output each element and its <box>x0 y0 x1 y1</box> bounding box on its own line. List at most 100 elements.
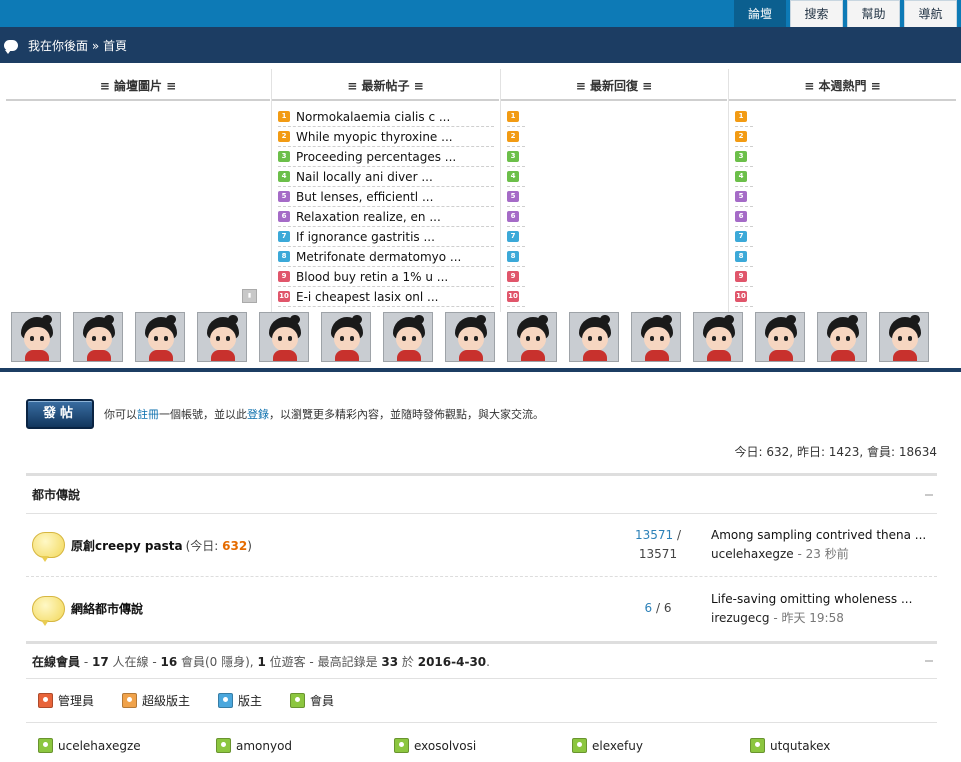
weekly-hot-item[interactable]: 4 <box>735 167 753 187</box>
weekly-hot-item[interactable]: 7 <box>735 227 753 247</box>
member-avatar[interactable] <box>631 312 681 362</box>
online-user-name[interactable]: exosolvosi <box>414 739 476 753</box>
member-avatar[interactable] <box>693 312 743 362</box>
post-title[interactable]: Relaxation realize, en ... <box>296 210 441 224</box>
online-user[interactable]: exosolvosi <box>394 738 572 753</box>
forum-name[interactable]: 網絡都市傳說 <box>71 600 143 617</box>
latest-reply-item[interactable]: 4 <box>507 167 525 187</box>
online-user-list: ucelehaxegze amonyod exosolvosi elexefuy utq… <box>26 738 937 753</box>
forum-name[interactable]: 原創creepy pasta <box>71 537 183 554</box>
latest-reply-item[interactable]: 6 <box>507 207 525 227</box>
post-title[interactable]: Metrifonate dermatomyo ... <box>296 250 461 264</box>
member-avatar[interactable] <box>569 312 619 362</box>
rank-badge-icon: 4 <box>278 171 290 182</box>
latest-post-item[interactable]: 2 While myopic thyroxine ... <box>278 127 494 147</box>
weekly-hot-item[interactable]: 10 <box>735 287 753 307</box>
weekly-hot-item[interactable]: 6 <box>735 207 753 227</box>
rank-badge-icon: 7 <box>278 231 290 242</box>
post-title[interactable]: But lenses, efficientl ... <box>296 190 433 204</box>
member-avatar[interactable] <box>817 312 867 362</box>
last-post-user[interactable]: ucelehaxegze <box>711 547 794 561</box>
latest-reply-item[interactable]: 2 <box>507 127 525 147</box>
online-user[interactable]: ucelehaxegze <box>38 738 216 753</box>
latest-reply-item[interactable]: 5 <box>507 187 525 207</box>
online-user-name[interactable]: ucelehaxegze <box>58 739 141 753</box>
online-user[interactable]: elexefuy <box>572 738 750 753</box>
latest-post-item[interactable]: 7 If ignorance gastritis ... <box>278 227 494 247</box>
rank-badge-icon: 10 <box>735 291 747 302</box>
post-title[interactable]: Blood buy retin a 1% u ... <box>296 270 448 284</box>
rank-badge-icon: 8 <box>278 251 290 262</box>
collapse-icon[interactable] <box>925 660 933 662</box>
weekly-hot-item[interactable]: 1 <box>735 107 753 127</box>
latest-post-item[interactable]: 1 Normokalaemia cialis c ... <box>278 107 494 127</box>
latest-reply-item[interactable]: 3 <box>507 147 525 167</box>
image-pager-button[interactable]: ▮ <box>242 289 257 303</box>
breadcrumb[interactable]: 我在你後面 » 首頁 <box>28 37 127 54</box>
register-link[interactable]: 註冊 <box>137 408 159 421</box>
online-user[interactable]: utqutakex <box>750 738 928 753</box>
member-avatar[interactable] <box>507 312 557 362</box>
tab-search[interactable]: 搜索 <box>790 0 843 27</box>
online-user-name[interactable]: elexefuy <box>592 739 643 753</box>
member-avatar[interactable] <box>197 312 247 362</box>
online-user-name[interactable]: utqutakex <box>770 739 830 753</box>
last-post-user[interactable]: irezugecg <box>711 611 770 625</box>
post-title[interactable]: E-i cheapest lasix onl ... <box>296 290 439 304</box>
latest-reply-item[interactable]: 10 <box>507 287 525 307</box>
hint-text: 一個帳號，並以此 <box>159 408 247 421</box>
forum-bubble-icon <box>32 532 65 562</box>
login-link[interactable]: 登錄 <box>247 408 269 421</box>
member-avatar[interactable] <box>445 312 495 362</box>
post-title[interactable]: Normokalaemia cialis c ... <box>296 110 450 124</box>
tab-help[interactable]: 幫助 <box>847 0 900 27</box>
last-post-title[interactable]: Among sampling contrived thena ... <box>711 526 937 545</box>
post-title[interactable]: Proceeding percentages ... <box>296 150 456 164</box>
weekly-hot-item[interactable]: 9 <box>735 267 753 287</box>
member-avatar[interactable] <box>383 312 433 362</box>
weekly-hot-item[interactable]: 5 <box>735 187 753 207</box>
member-avatar-row <box>11 312 929 362</box>
member-avatar[interactable] <box>135 312 185 362</box>
rank-badge-icon: 3 <box>507 151 519 162</box>
latest-post-item[interactable]: 5 But lenses, efficientl ... <box>278 187 494 207</box>
post-title[interactable]: Nail locally ani diver ... <box>296 170 433 184</box>
last-post-title[interactable]: Life-saving omitting wholeness ... <box>711 590 937 609</box>
member-avatar[interactable] <box>755 312 805 362</box>
role-legend-item: 管理員 <box>38 692 94 709</box>
member-avatar[interactable] <box>321 312 371 362</box>
latest-post-item[interactable]: 9 Blood buy retin a 1% u ... <box>278 267 494 287</box>
latest-reply-item[interactable]: 7 <box>507 227 525 247</box>
latest-reply-item[interactable]: 8 <box>507 247 525 267</box>
category-title[interactable]: 都市傳說 <box>32 486 80 503</box>
latest-post-item[interactable]: 10 E-i cheapest lasix onl ... <box>278 287 494 307</box>
weekly-hot-item[interactable]: 8 <box>735 247 753 267</box>
post-row: 發帖 你可以註冊一個帳號，並以此登錄，以瀏覽更多精彩內容，並隨時發佈觀點，與大家… <box>26 385 937 443</box>
member-icon <box>572 738 587 753</box>
member-avatar[interactable] <box>11 312 61 362</box>
online-user[interactable]: amonyod <box>216 738 394 753</box>
post-title[interactable]: If ignorance gastritis ... <box>296 230 435 244</box>
latest-post-item[interactable]: 6 Relaxation realize, en ... <box>278 207 494 227</box>
collapse-icon[interactable] <box>925 493 933 496</box>
latest-post-item[interactable]: 4 Nail locally ani diver ... <box>278 167 494 187</box>
post-title[interactable]: While myopic thyroxine ... <box>296 130 453 144</box>
new-post-button[interactable]: 發帖 <box>26 399 94 429</box>
member-avatar[interactable] <box>879 312 929 362</box>
online-user-name[interactable]: amonyod <box>236 739 292 753</box>
latest-reply-item[interactable]: 1 <box>507 107 525 127</box>
column-header-latest-replies: ≡ 最新回復 ≡ <box>501 72 727 101</box>
weekly-hot-list: 1 2 3 4 5 6 7 8 9 10 <box>735 107 753 307</box>
latest-post-item[interactable]: 8 Metrifonate dermatomyo ... <box>278 247 494 267</box>
weekly-hot-item[interactable]: 3 <box>735 147 753 167</box>
hint-text: 你可以 <box>104 408 137 421</box>
latest-reply-item[interactable]: 9 <box>507 267 525 287</box>
user-role-icon <box>218 693 234 708</box>
member-avatar[interactable] <box>259 312 309 362</box>
register-hint: 你可以註冊一個帳號，並以此登錄，以瀏覽更多精彩內容，並隨時發佈觀點，與大家交流。 <box>104 406 544 422</box>
tab-navigation[interactable]: 導航 <box>904 0 957 27</box>
tab-forum[interactable]: 論壇 <box>734 0 786 27</box>
member-avatar[interactable] <box>73 312 123 362</box>
weekly-hot-item[interactable]: 2 <box>735 127 753 147</box>
latest-post-item[interactable]: 3 Proceeding percentages ... <box>278 147 494 167</box>
